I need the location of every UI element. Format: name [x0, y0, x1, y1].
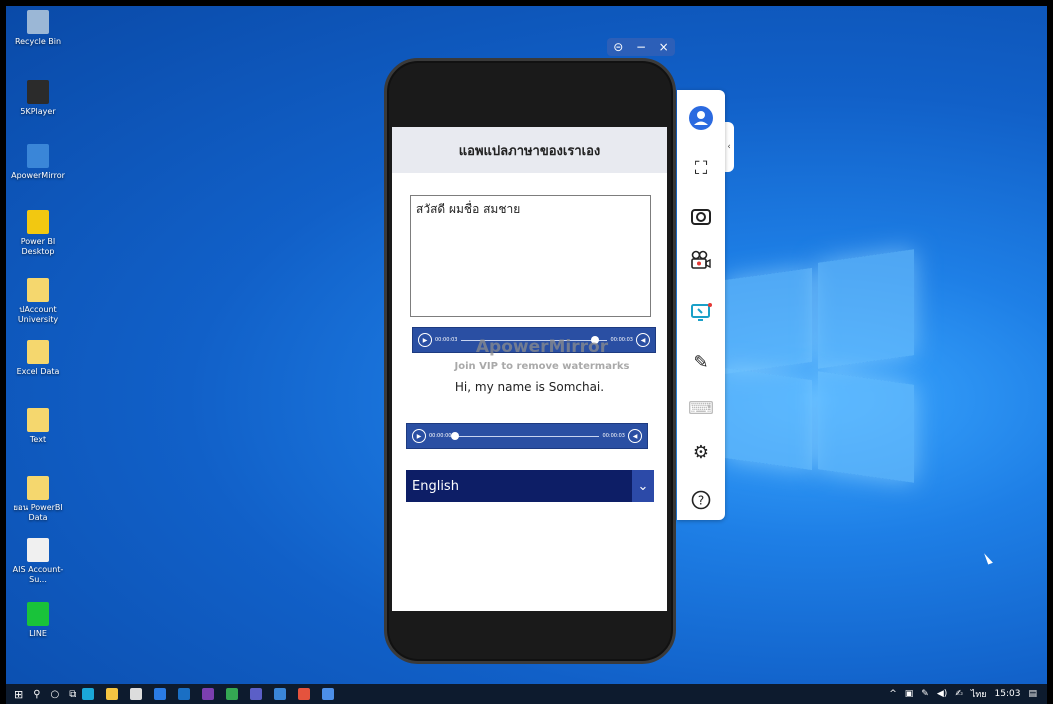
network-icon[interactable]: ▣: [905, 689, 914, 699]
whiteboard-icon[interactable]: ✎: [687, 348, 715, 376]
mirror-toolbar: ⛶ ✎ ⌨ ⚙ ?: [677, 90, 725, 520]
audio-time-start: 00:00:00: [429, 433, 452, 439]
desktop-icon-image: [27, 144, 49, 168]
language-selected: English: [412, 478, 459, 494]
taskbar: ⊞ ⚲ ○ ⧉ ^ ▣ ✎ ◀) ✍ ไทย 15:03 ▤: [6, 684, 1047, 704]
desktop-icon-image: [27, 80, 49, 104]
desktop-icon[interactable]: Power BI Desktop: [8, 210, 68, 257]
desktop-icon-image: [27, 278, 49, 302]
user-icon[interactable]: [687, 104, 715, 132]
desktop-icon-label: Recycle Bin: [14, 37, 62, 46]
minimize-to-tray-button[interactable]: ⊝: [613, 40, 623, 54]
desktop-icon[interactable]: Excel Data: [8, 340, 68, 377]
desktop-icon-label: Power BI Desktop: [20, 237, 56, 256]
close-button[interactable]: ×: [659, 40, 669, 54]
desktop-icon[interactable]: Text: [8, 408, 68, 445]
app-title: แอพแปลภาษาของเราเอง: [392, 127, 667, 173]
desktop-icon-image: [27, 210, 49, 234]
translated-text: Hi, my name is Somchai.: [454, 380, 605, 394]
desktop-icon-image: [27, 10, 49, 34]
windows-logo-wallpaper: [724, 246, 914, 483]
fullscreen-icon[interactable]: ⛶: [687, 154, 715, 182]
edge-icon[interactable]: [82, 688, 95, 700]
chevron-down-icon[interactable]: ⌄: [632, 470, 654, 502]
onenote-icon[interactable]: [202, 688, 215, 700]
screen-taskbar-icon[interactable]: [322, 688, 335, 700]
language-dropdown[interactable]: English ⌄: [406, 470, 654, 502]
app-taskbar-icon[interactable]: [298, 688, 311, 700]
svg-text:?: ?: [698, 494, 704, 508]
desktop-icon-label: 5KPlayer: [20, 107, 56, 116]
record-icon[interactable]: [687, 246, 715, 274]
phone-screen: แอพแปลภาษาของเราเอง สวัสดี ผมชื่อ สมชาย …: [392, 127, 667, 611]
desktop-icon-image: [27, 408, 49, 432]
desktop-icon-label: Text: [29, 435, 47, 444]
minimize-button[interactable]: −: [636, 40, 646, 54]
apowermirror-taskbar-icon[interactable]: [274, 688, 287, 700]
pen-icon[interactable]: ✎: [921, 689, 929, 699]
audio-track[interactable]: [451, 431, 599, 440]
watermark-subtitle: Join VIP to remove watermarks: [454, 361, 630, 372]
watermark-title: ApowerMirror: [475, 337, 609, 357]
cortana-icon[interactable]: ○: [51, 689, 60, 700]
desktop-icon-label: ApowerMirror: [11, 171, 65, 180]
chrome-icon[interactable]: [226, 688, 239, 700]
clock[interactable]: 15:03: [995, 689, 1021, 699]
search-icon[interactable]: ⚲: [33, 689, 40, 700]
desktop-icon[interactable]: 5KPlayer: [8, 80, 68, 117]
desktop-icon[interactable]: LINE: [8, 602, 68, 639]
screenshot-icon[interactable]: [687, 202, 715, 230]
watermark: ApowerMirror Join VIP to remove watermar…: [432, 337, 652, 372]
desktop-icon-image: [27, 340, 49, 364]
desktop-icon-label: ยอน PowerBI Data: [13, 503, 63, 522]
desktop-icon[interactable]: ApowerMirror: [8, 144, 68, 181]
mail-icon[interactable]: [154, 688, 167, 700]
file-explorer-icon[interactable]: [106, 688, 119, 700]
collapse-toolbar-button[interactable]: ‹: [724, 122, 734, 172]
desktop-icon[interactable]: AIS Account-Su...: [8, 538, 68, 585]
mirror-window-controls: ⊝ − ×: [607, 38, 675, 56]
help-icon[interactable]: ?: [687, 486, 715, 514]
settings-icon[interactable]: ⚙: [687, 438, 715, 466]
task-view-icon[interactable]: ⧉: [69, 689, 76, 700]
store-icon[interactable]: [130, 688, 143, 700]
keyboard-icon[interactable]: ⌨: [687, 394, 715, 422]
translated-audio-player: ▶ 00:00:00 00:00:03 ◀: [406, 423, 648, 449]
start-icon[interactable]: ⊞: [14, 688, 23, 701]
system-tray: ^ ▣ ✎ ◀) ✍ ไทย 15:03 ▤: [889, 687, 1047, 701]
mirror-screen-icon[interactable]: [687, 298, 715, 326]
desktop-icon-image: [27, 602, 49, 626]
desktop-icon-label: ปAccount University: [17, 305, 59, 324]
desktop-icon-label: Excel Data: [16, 367, 60, 376]
volume-icon[interactable]: ◀): [937, 689, 947, 699]
desktop-icon[interactable]: ปAccount University: [8, 278, 68, 325]
audio-time-end: 00:00:03: [602, 433, 625, 439]
notification-icon[interactable]: ▤: [1028, 689, 1037, 699]
desktop-icon-image: [27, 538, 49, 562]
volume-icon[interactable]: ◀: [628, 429, 642, 443]
desktop-icon-image: [27, 476, 49, 500]
play-icon[interactable]: ▶: [412, 429, 426, 443]
desktop-icon[interactable]: ยอน PowerBI Data: [8, 476, 68, 523]
desktop-icon-label: LINE: [29, 629, 47, 638]
language-indicator[interactable]: ไทย: [971, 687, 987, 701]
desktop-icon[interactable]: Recycle Bin: [8, 10, 68, 47]
audio-scrubber[interactable]: [451, 431, 460, 440]
chevron-up-icon[interactable]: ^: [889, 689, 897, 699]
source-text-input[interactable]: สวัสดี ผมชื่อ สมชาย: [410, 195, 651, 317]
outlook-icon[interactable]: [178, 688, 191, 700]
ink-icon[interactable]: ✍: [955, 689, 963, 699]
play-icon[interactable]: ▶: [418, 333, 432, 347]
desktop-icon-label: AIS Account-Su...: [12, 565, 64, 584]
teams-icon[interactable]: [250, 688, 263, 700]
